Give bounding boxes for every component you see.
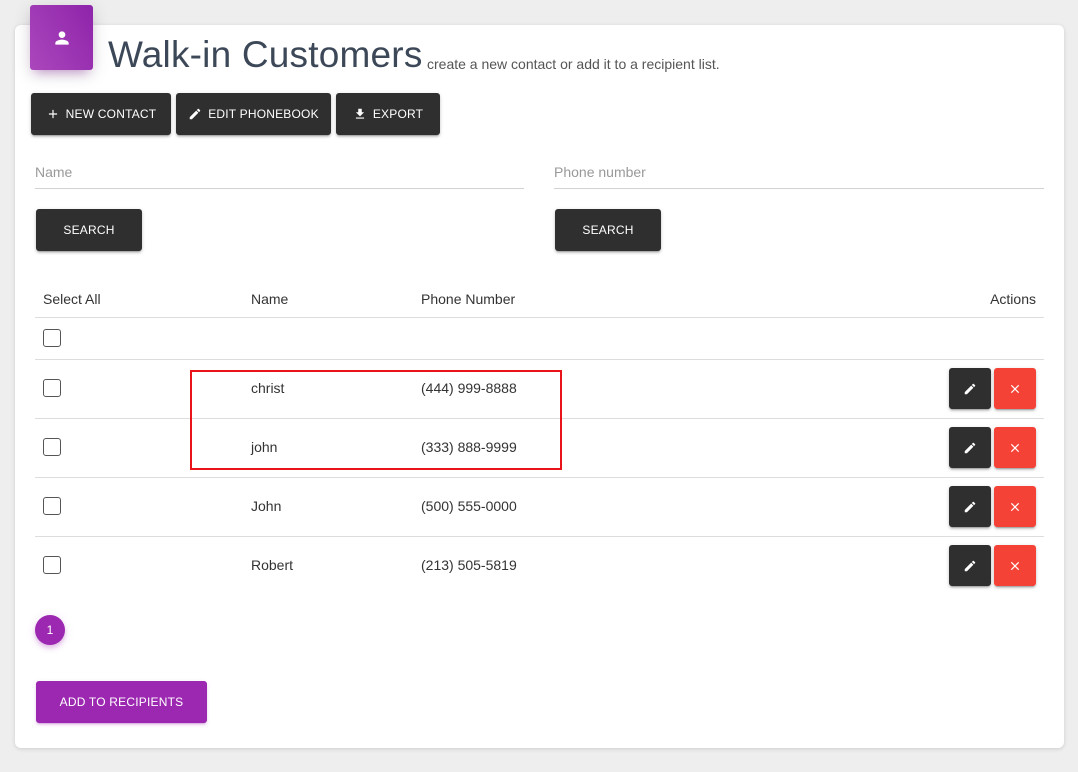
row-checkbox[interactable] [43, 379, 61, 397]
name-search-input[interactable] [35, 158, 524, 186]
edit-contact-button[interactable] [949, 486, 991, 527]
phone-search-field [554, 158, 1044, 189]
row-checkbox[interactable] [43, 438, 61, 456]
edit-contact-button[interactable] [949, 368, 991, 409]
row-divider [35, 418, 1044, 419]
close-icon [1010, 502, 1020, 511]
phone-search-button-label: SEARCH [582, 223, 634, 237]
person-icon [54, 30, 69, 45]
plus-icon [48, 109, 57, 119]
edit-contact-button[interactable] [949, 545, 991, 586]
add-to-recipients-button[interactable]: ADD TO RECIPIENTS [36, 681, 207, 723]
contact-name: Robert [251, 557, 294, 573]
pencil-icon [964, 383, 976, 394]
delete-contact-button[interactable] [994, 368, 1036, 409]
new-contact-button[interactable]: NEW CONTACT [31, 93, 171, 135]
pencil-icon [189, 108, 201, 120]
delete-contact-button[interactable] [994, 427, 1036, 468]
close-icon [1010, 443, 1020, 452]
name-search-field [35, 158, 524, 189]
contact-name: christ [251, 380, 285, 396]
row-checkbox[interactable] [43, 556, 61, 574]
contact-phone: (333) 888-9999 [421, 439, 517, 455]
pencil-icon [964, 442, 976, 453]
phone-search-button[interactable]: SEARCH [555, 209, 661, 251]
contact-name: john [251, 439, 278, 455]
select-all-checkbox[interactable] [43, 329, 61, 347]
export-button[interactable]: EXPORT [336, 93, 440, 135]
phone-search-input[interactable] [554, 158, 1044, 186]
row-divider [35, 477, 1044, 478]
name-search-button-label: SEARCH [63, 223, 115, 237]
contact-phone: (213) 505-5819 [421, 557, 517, 573]
export-label: EXPORT [372, 107, 424, 121]
pagination-page-button[interactable]: 1 [35, 615, 65, 645]
edit-phonebook-button[interactable]: EDIT PHONEBOOK [176, 93, 331, 135]
new-contact-label: NEW CONTACT [65, 107, 157, 121]
edit-contact-button[interactable] [949, 427, 991, 468]
download-icon [355, 108, 364, 119]
name-search-button[interactable]: SEARCH [36, 209, 142, 251]
delete-contact-button[interactable] [994, 486, 1036, 527]
row-divider [35, 536, 1044, 537]
header-icon-badge [30, 5, 93, 70]
column-header-phone: Phone Number [421, 291, 516, 307]
row-divider [35, 359, 1044, 360]
pencil-icon [964, 560, 976, 571]
column-header-actions: Actions [990, 291, 1036, 307]
page-subtitle: create a new contact or add it to a reci… [427, 56, 720, 72]
column-header-select-all: Select All [43, 291, 101, 307]
toolbar: NEW CONTACT EDIT PHONEBOOK EXPORT [31, 93, 440, 135]
page-title: Walk-in Customers [108, 34, 423, 75]
column-header-name: Name [251, 291, 289, 307]
close-icon [1010, 384, 1020, 393]
pencil-icon [964, 501, 976, 512]
contact-name: John [251, 498, 282, 514]
delete-contact-button[interactable] [994, 545, 1036, 586]
close-icon [1010, 561, 1020, 570]
contact-phone: (444) 999-8888 [421, 380, 517, 396]
table-header-divider [35, 317, 1044, 318]
edit-phonebook-label: EDIT PHONEBOOK [208, 107, 319, 121]
row-checkbox[interactable] [43, 497, 61, 515]
contact-phone: (500) 555-0000 [421, 498, 517, 514]
